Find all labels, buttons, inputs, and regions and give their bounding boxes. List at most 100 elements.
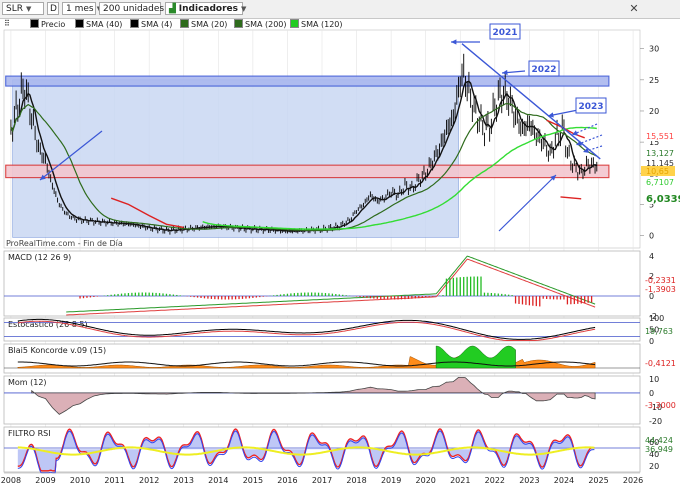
y-tick-label: 25: [649, 76, 659, 85]
x-tick-label: 2008: [1, 476, 21, 485]
momentum-area: [31, 377, 596, 415]
legend-item-sma4[interactable]: SMA (4): [130, 19, 172, 29]
annotation-box: [528, 60, 560, 77]
sma120-line: [202, 126, 597, 230]
sma4-line: [10, 80, 598, 232]
sma200-line: [546, 119, 585, 139]
arrow-2024: [498, 174, 557, 232]
d-label: D: [50, 4, 57, 14]
main-price-panel: 051015202530202120222023ProRealTime.com …: [3, 23, 680, 464]
symbol-label: SLR: [6, 4, 23, 14]
units-selector[interactable]: 200 unidades▼: [99, 2, 173, 15]
indicator-panel: 10 0 -10 -20 Mom (12) -3,3000: [3, 375, 676, 426]
period-label: 1 mes: [66, 4, 94, 14]
stoch-d-line: [17, 320, 596, 341]
value-tag: -0,4121: [645, 359, 676, 368]
value-tag: -0,2331: [645, 276, 676, 285]
resistance-band: [5, 75, 610, 87]
legend-item-sma120[interactable]: SMA (120): [290, 19, 343, 29]
value-tag: 11,145: [646, 159, 674, 168]
close-icon[interactable]: ✕: [628, 3, 640, 15]
x-tick-label: 2026: [623, 476, 643, 485]
x-tick-label: 2018: [346, 476, 366, 485]
blue-shaded-zone: [12, 79, 459, 238]
koncorde-orange-area: [17, 353, 596, 369]
stoch-k-line: [17, 318, 596, 340]
period-selector[interactable]: 1 mes▼: [62, 2, 102, 15]
value-tag: 13,127: [646, 149, 674, 158]
value-tag: -1,3903: [645, 285, 676, 294]
legend-item-sma200[interactable]: SMA (200): [234, 19, 287, 29]
sma200-line: [110, 197, 184, 229]
y-tick-label: 30: [649, 45, 659, 54]
legend-item-price[interactable]: Precio: [30, 19, 65, 29]
value-tag-bg: [641, 158, 675, 168]
legend-label: SMA (200): [245, 20, 287, 29]
indicator-panel: 4 2 0 -2 MACD (12 26 9) -0,2331-1,3903: [3, 250, 676, 321]
arrow-dotted: [582, 145, 603, 153]
x-tick-label: 2022: [485, 476, 505, 485]
annotation-label: 2022: [531, 65, 556, 75]
x-tick-label: 2020: [416, 476, 436, 485]
arrow-2009: [39, 130, 103, 181]
y-tick-label: 40: [649, 450, 659, 459]
arrow-dotted: [575, 134, 603, 146]
y-tick-label: 15: [649, 138, 659, 147]
y-tick-label: 4: [649, 252, 654, 261]
y-tick-label: -20: [649, 417, 662, 426]
chart-canvas: 051015202530202120222023ProRealTime.com …: [1, 23, 680, 485]
value-tag: -3,3000: [645, 401, 676, 410]
y-tick-label: -2: [649, 312, 657, 321]
y-tick-label: 5: [649, 200, 654, 209]
indicators-button[interactable]: ▟ Indicadores ▼: [165, 2, 246, 15]
x-axis: 2008 2009 2010 2011 2012 2013 2014 2015 2016 2017…: [1, 472, 643, 485]
watermark-label: ProRealTime.com - Fin de Día: [6, 239, 123, 248]
arrow-2024-head: [550, 175, 556, 181]
indicator-panel: 100 50 0 Estocástico (26 8 5) 19,763: [3, 314, 673, 346]
arrow-dotted: [571, 123, 598, 136]
y-tick-label: 100: [649, 314, 664, 323]
arrow-2021-head: [451, 39, 457, 45]
panel-title: Mom (12): [8, 378, 47, 387]
x-tick-label: 2009: [35, 476, 55, 485]
d-button[interactable]: D: [47, 2, 59, 15]
x-tick-label: 2013: [174, 476, 194, 485]
rsi-fill: [17, 428, 595, 471]
units-label: 200 unidades: [103, 4, 165, 14]
legend-label: SMA (20): [191, 20, 228, 29]
legend-label: Precio: [41, 20, 66, 29]
rsi-red-line: [17, 428, 595, 472]
symbol-selector[interactable]: SLR ▼: [2, 2, 44, 15]
arrow-dotted-head: [576, 140, 582, 146]
value-tag: 36,949: [645, 445, 673, 454]
x-tick-label: 2021: [450, 476, 470, 485]
panel-title: FILTRO RSI: [8, 429, 51, 438]
legend-item-sma40[interactable]: SMA (40): [75, 19, 122, 29]
y-tick-label: 10: [649, 375, 659, 384]
y-tick-label: 0: [649, 292, 654, 301]
x-tick-label: 2010: [70, 476, 90, 485]
koncorde-green-area: [435, 345, 516, 369]
rsi-yellow-line: [17, 446, 595, 456]
indicator-panel: 60 40 20 FILTRO RSI 44,42436,949: [3, 426, 673, 474]
arrow-2023-head: [548, 112, 554, 118]
panel-frame: [3, 375, 641, 425]
arrow-dotted-head: [572, 130, 578, 136]
chart-icon: ▟: [169, 4, 176, 14]
trendline: [461, 43, 601, 160]
legend-label: SMA (40): [86, 20, 123, 29]
x-tick-label: 2019: [381, 476, 401, 485]
x-tick-label: 2024: [554, 476, 574, 485]
panel-frame: [3, 317, 641, 342]
value-tag: 15,551: [646, 132, 674, 141]
arrow-2022: [501, 70, 526, 74]
support-band: [5, 164, 610, 179]
value-tag: 6,7107: [646, 178, 674, 187]
arrow-2023: [547, 109, 579, 117]
x-tick-label: 2017: [312, 476, 332, 485]
panel-frame: [3, 250, 641, 317]
y-tick-label: 10: [649, 169, 659, 178]
legend-item-sma20[interactable]: SMA (20): [180, 19, 227, 29]
macd-line: [66, 255, 596, 313]
value-tag-bg: [641, 166, 675, 176]
